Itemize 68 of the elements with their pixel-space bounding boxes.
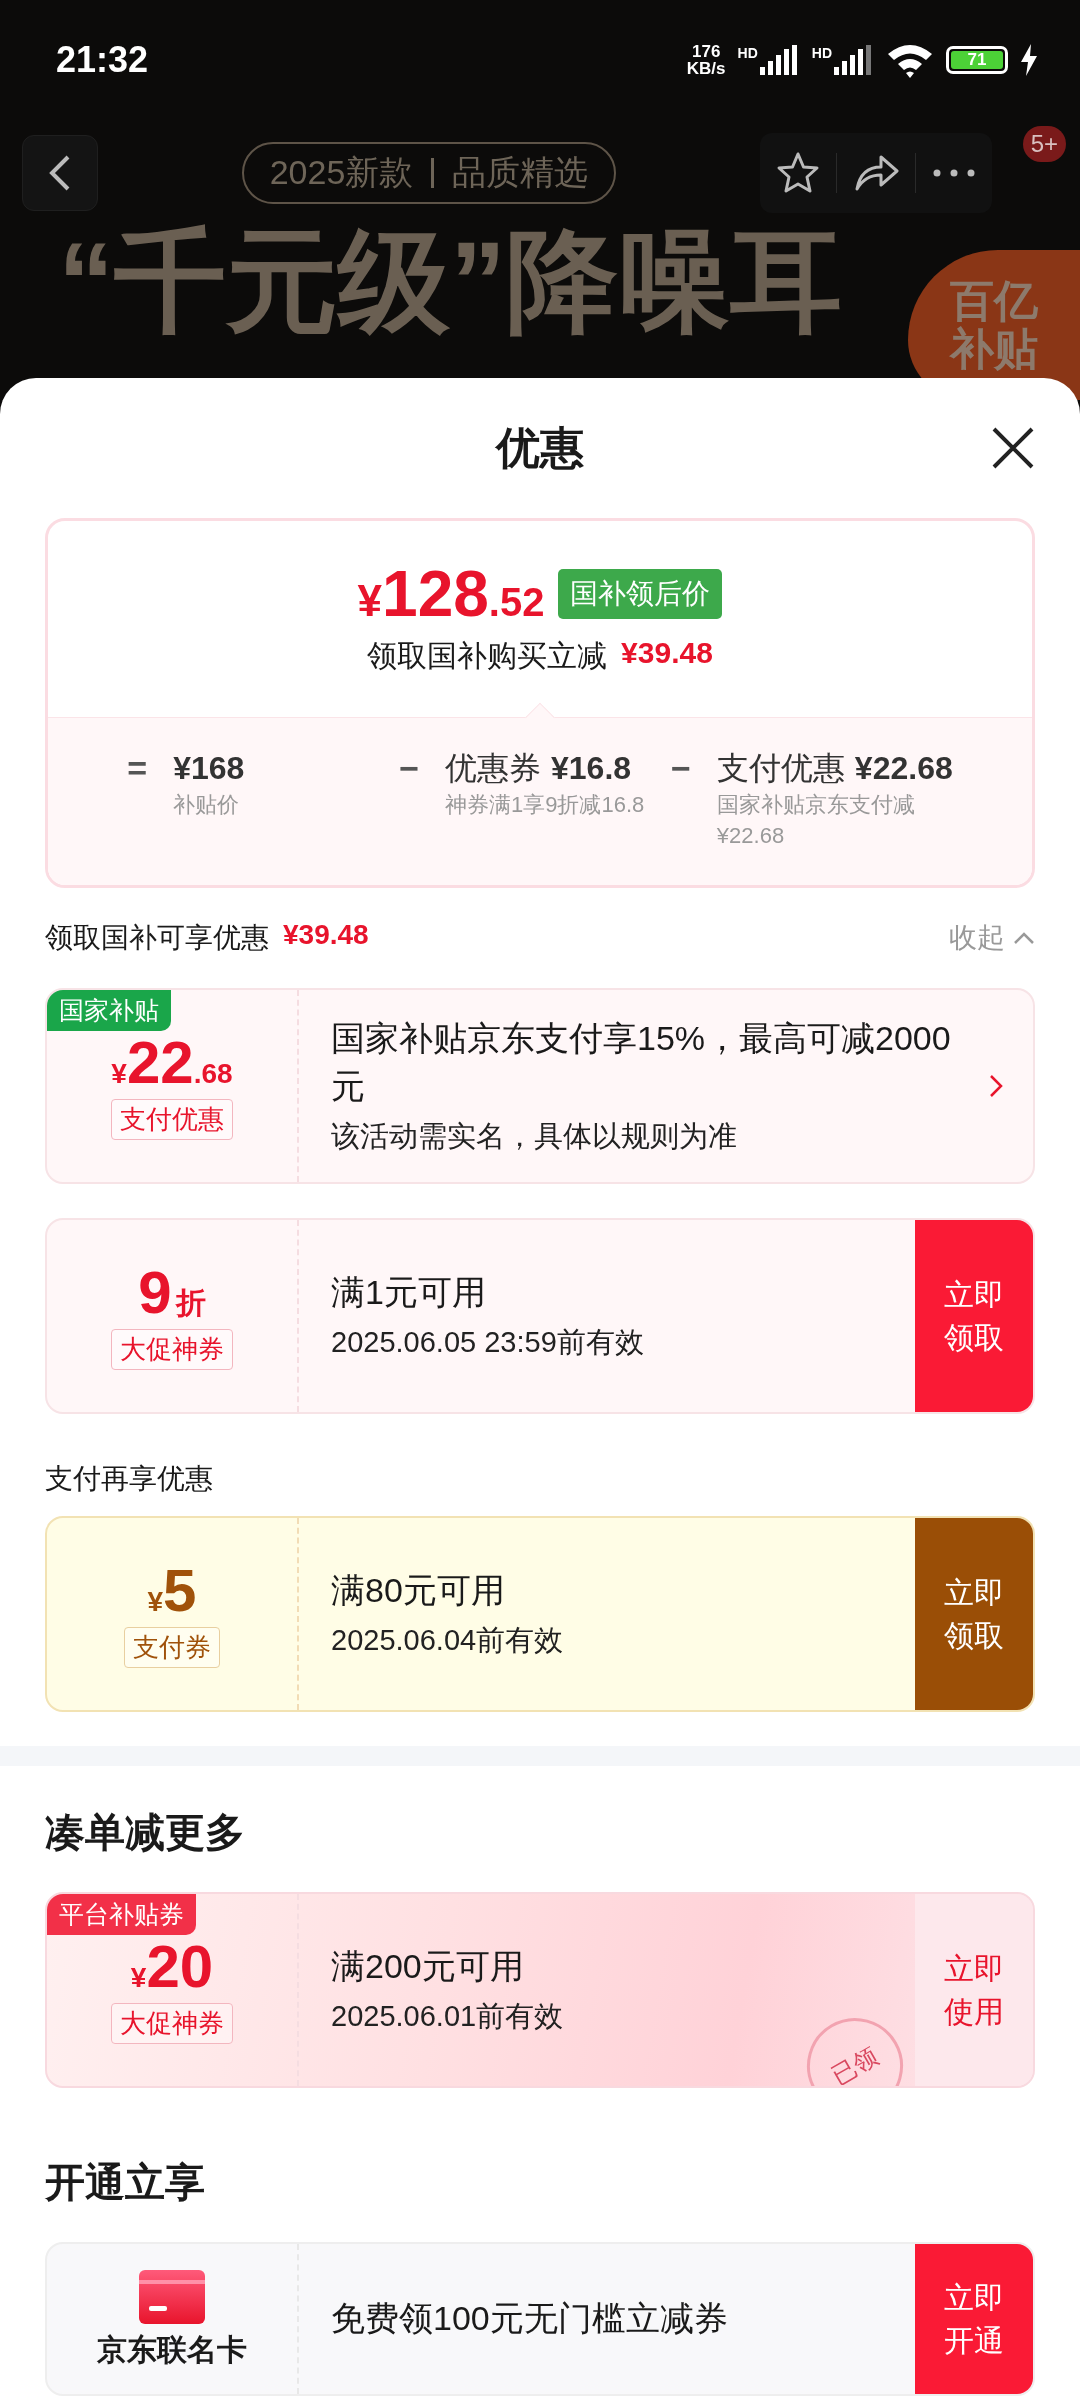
- coupon-type-label: 大促神券: [111, 1328, 233, 1370]
- coupon-subtitle: 2025.06.05 23:59前有效: [331, 1324, 645, 1360]
- network-type-label: HD: [737, 45, 758, 61]
- close-icon[interactable]: [991, 426, 1035, 470]
- chevron-icon: [1013, 931, 1035, 945]
- breakdown-amount: ¥22.68: [854, 749, 953, 788]
- breakdown-label: 优惠券: [445, 749, 541, 788]
- breakdown-label: 支付优惠: [716, 749, 845, 788]
- coupon-subtitle: 2025.06.04前有效: [331, 1622, 565, 1658]
- card-icon: [139, 2270, 205, 2324]
- more-icon[interactable]: [932, 167, 976, 178]
- subsidy-badge-text: 补贴: [950, 325, 1038, 374]
- breakdown-amount: ¥16.8: [551, 749, 632, 788]
- network-speed-unit: KB/s: [686, 60, 726, 77]
- chevron-right-icon[interactable]: [989, 1074, 1003, 1098]
- breakdown-amount: ¥168: [173, 749, 245, 788]
- subsidy-badge-text: 百亿: [950, 276, 1038, 325]
- back-button[interactable]: [22, 134, 98, 211]
- section-title: 凑单减更多: [45, 1808, 246, 1856]
- saving-label: 领取国补购买立减: [367, 637, 608, 674]
- coupon-value: ¥20: [130, 1936, 214, 1997]
- network-type-label: HD: [811, 45, 832, 61]
- price-tag: 国补领后价: [558, 568, 723, 619]
- collapse-toggle[interactable]: 收起: [949, 919, 1035, 957]
- coupon-type-label: 支付券: [124, 1626, 220, 1668]
- section-title: 开通立享: [45, 2158, 206, 2206]
- notification-badge: 5+: [1022, 126, 1066, 162]
- sheet-title: 优惠: [496, 421, 584, 474]
- claim-button[interactable]: 立即领取: [915, 1220, 1033, 1412]
- network-speed: 176: [691, 43, 721, 60]
- coupon-subtitle: 该活动需实名，具体以规则为准: [331, 1118, 738, 1154]
- coupon-value: 9折: [138, 1262, 206, 1323]
- saving-amount: ¥39.48: [621, 635, 713, 671]
- corner-tag: 平台补贴券: [47, 1894, 196, 1935]
- battery-icon: 71: [946, 46, 1008, 74]
- star-icon[interactable]: [776, 150, 820, 195]
- card-label: 京东联名卡: [97, 2332, 247, 2368]
- coupon-value: ¥22.68: [111, 1032, 233, 1093]
- status-time: 21:32: [56, 39, 149, 81]
- operator-sign: =: [127, 748, 148, 788]
- section-amount: ¥39.48: [283, 919, 369, 952]
- corner-tag: 国家补贴: [47, 990, 171, 1031]
- coupon-title: 满200元可用: [331, 1946, 525, 1988]
- operator-sign: −: [399, 748, 419, 788]
- coupon-type-label: 支付优惠: [111, 1098, 233, 1140]
- open-button[interactable]: 立即开通: [915, 2244, 1033, 2394]
- banner-headline: “千元级”降噪耳: [58, 218, 842, 346]
- wifi-icon: [886, 42, 934, 78]
- claim-button[interactable]: 立即使用: [915, 1894, 1033, 2086]
- coupon-title: 满1元可用: [331, 1272, 487, 1314]
- signal-icon: [759, 45, 800, 75]
- coupon-title: 满80元可用: [331, 1570, 506, 1612]
- breakdown-note: 神券满1享9折减16.8: [445, 791, 645, 819]
- breakdown-note: 补贴价: [173, 791, 241, 819]
- card-offer-title: 免费领100元无门槛立减券: [331, 2298, 729, 2340]
- coupon-type-label: 大促神券: [111, 2002, 233, 2044]
- coupon-subtitle: 2025.06.01前有效: [331, 1998, 565, 2034]
- final-price: ¥128.52: [357, 561, 545, 626]
- banner-tag-text: 2025新款: [269, 151, 414, 193]
- banner-tag-text: 品质精选: [452, 151, 589, 193]
- coupon-title: 国家补贴京东支付享15%，最高可减2000元: [331, 1018, 952, 1107]
- operator-sign: −: [671, 748, 691, 788]
- signal-icon: [834, 45, 874, 75]
- section-title: 支付再享优惠: [45, 1462, 214, 1496]
- coupon-value: ¥5: [147, 1560, 197, 1621]
- breakdown-note: 国家补贴京东支付减¥22.68: [716, 791, 916, 850]
- claim-button[interactable]: 立即领取: [915, 1518, 1033, 1710]
- section-label: 领取国补可享优惠: [45, 921, 269, 955]
